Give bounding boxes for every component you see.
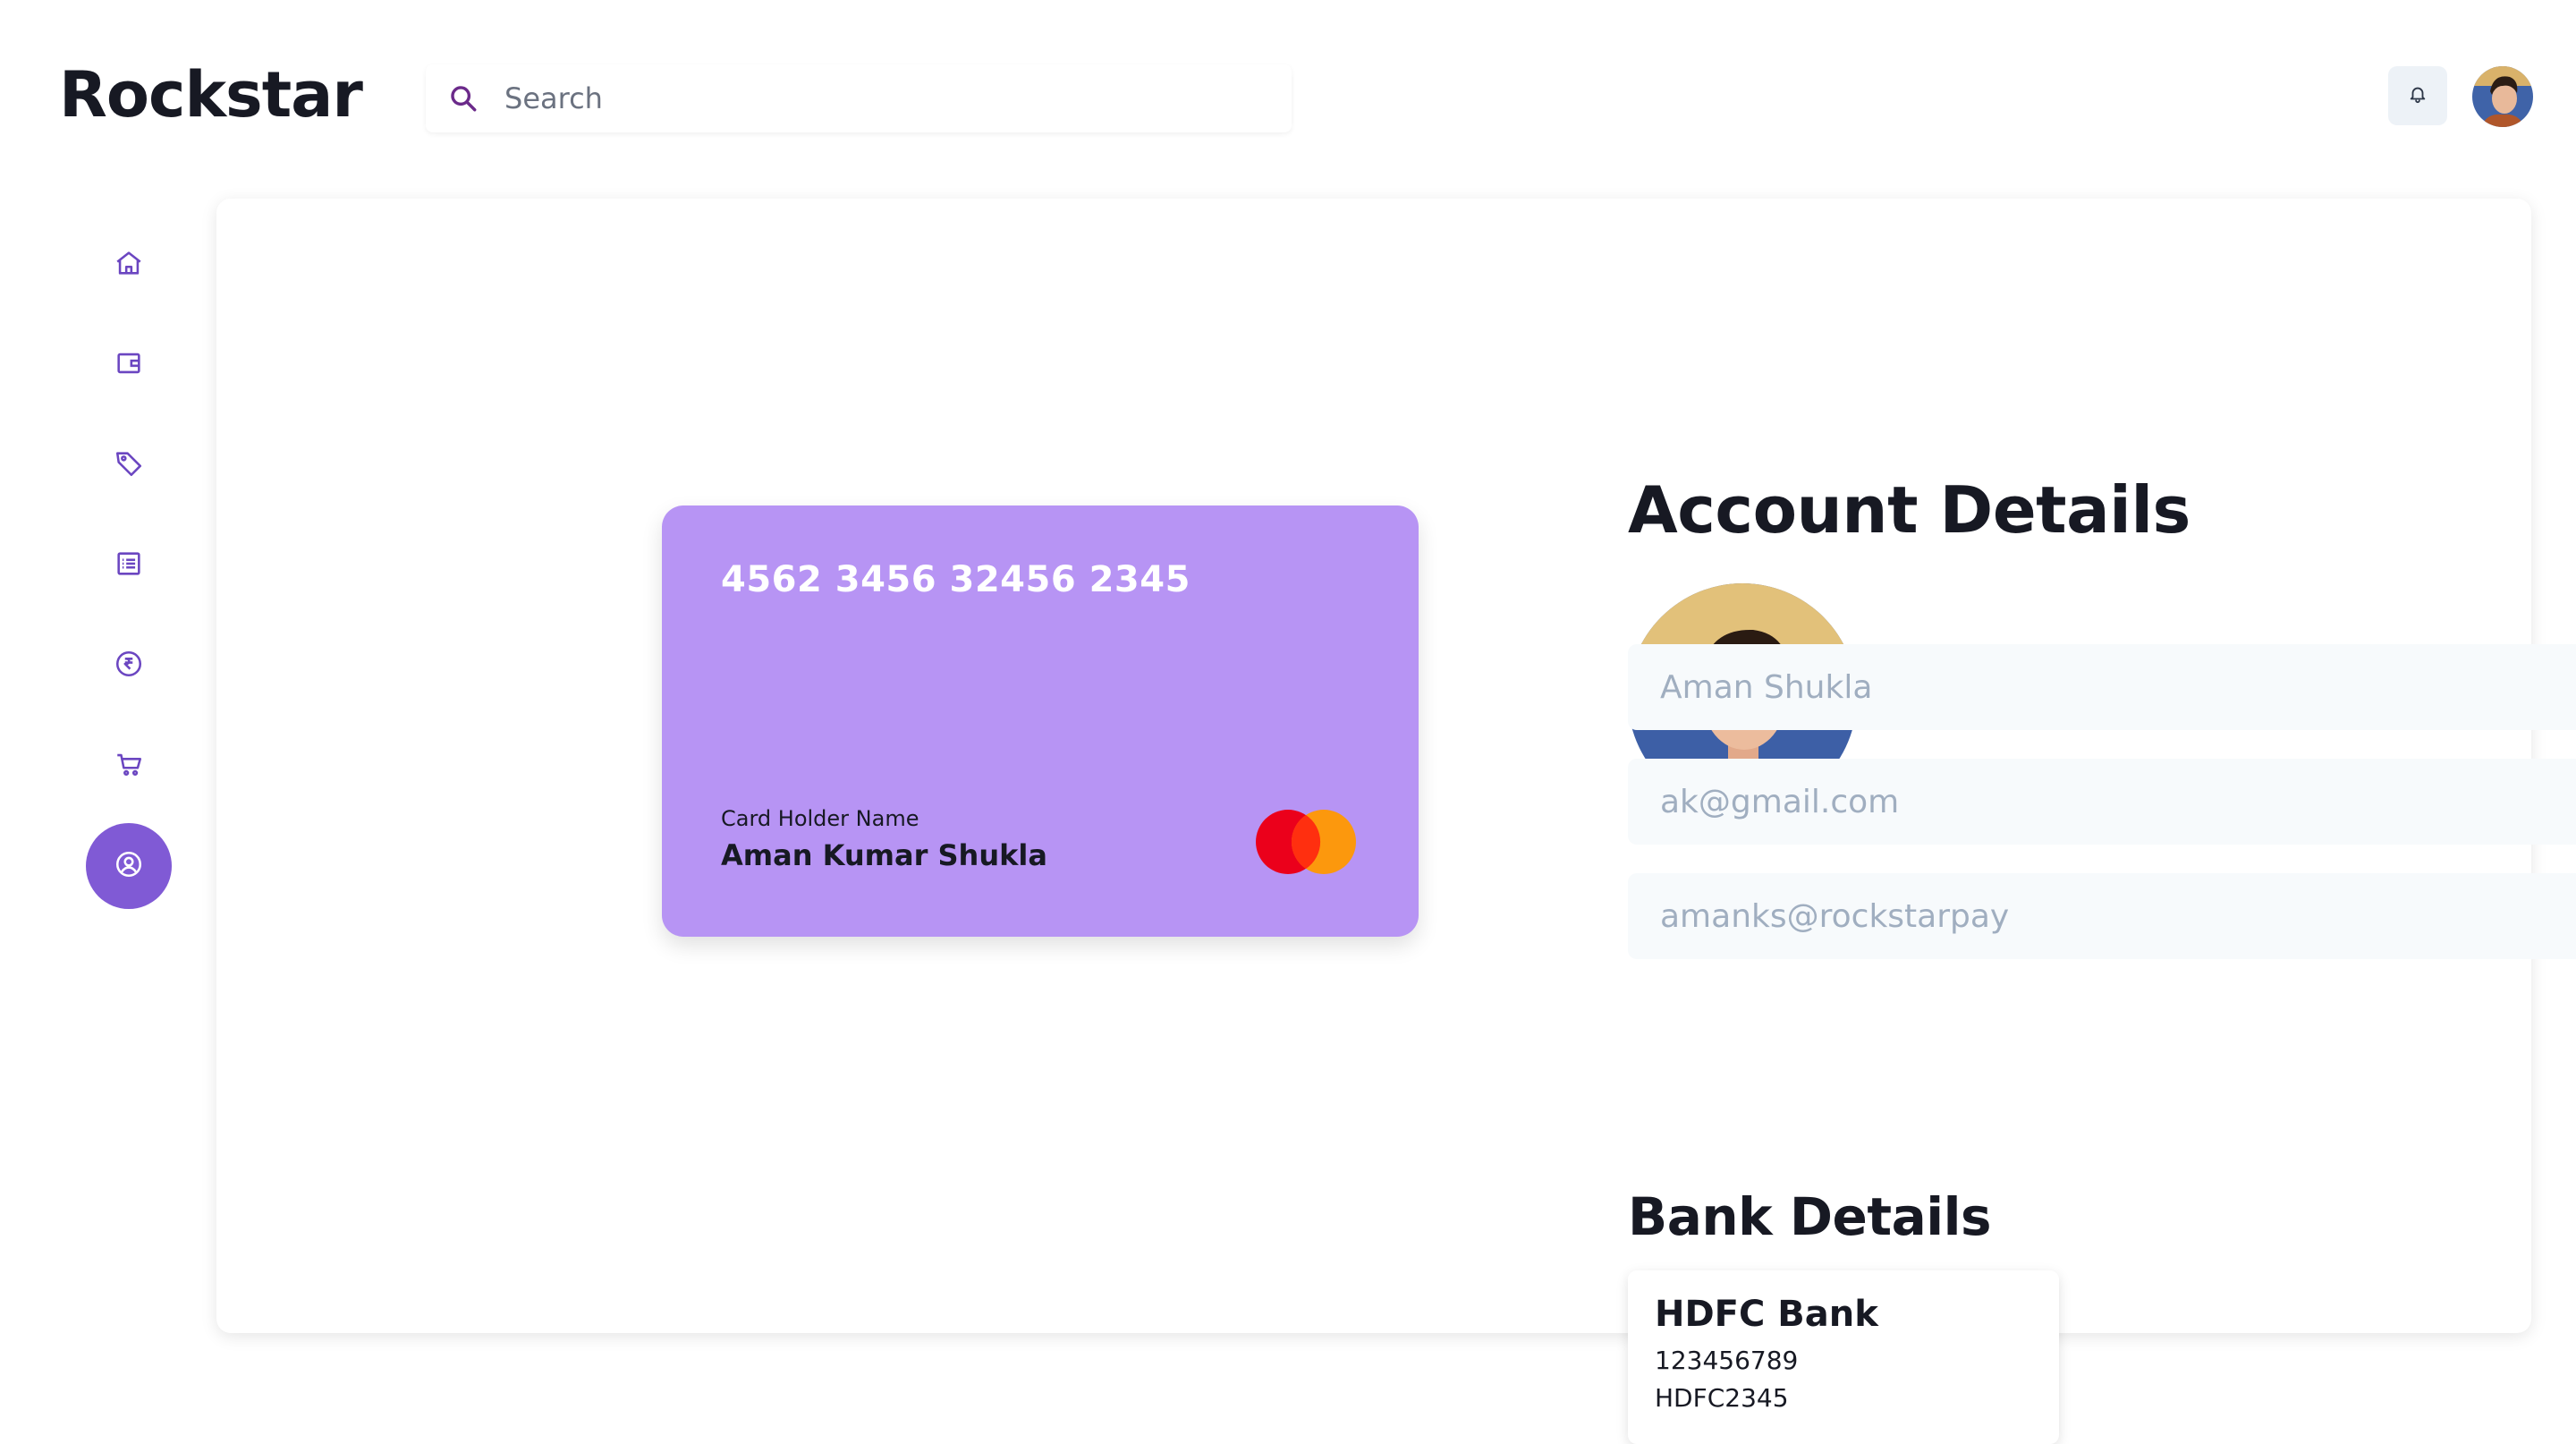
cart-icon bbox=[114, 749, 144, 783]
search-bar[interactable] bbox=[426, 64, 1292, 132]
sidebar-item-shop[interactable] bbox=[86, 723, 172, 809]
credit-card[interactable]: 4562 3456 32456 2345 Card Holder Name Am… bbox=[662, 505, 1419, 937]
sidebar-item-offers[interactable] bbox=[86, 422, 172, 508]
bell-icon bbox=[2408, 84, 2428, 107]
main-panel: 4562 3456 32456 2345 Card Holder Name Am… bbox=[216, 199, 2576, 1444]
sidebar-item-home[interactable] bbox=[86, 222, 172, 308]
name-field[interactable] bbox=[1628, 644, 2576, 730]
bank-details-title: Bank Details bbox=[1628, 1186, 1992, 1247]
email-field[interactable] bbox=[1628, 759, 2576, 845]
notifications-button[interactable] bbox=[2388, 66, 2447, 125]
account-details-title: Account Details bbox=[1628, 472, 2190, 548]
sidebar-item-payments[interactable] bbox=[86, 623, 172, 709]
bank-ifsc: HDFC2345 bbox=[1655, 1383, 1789, 1413]
card-holder-label: Card Holder Name bbox=[721, 806, 919, 831]
bank-account-number: 123456789 bbox=[1655, 1346, 1799, 1375]
tag-icon bbox=[114, 448, 144, 482]
user-avatar[interactable] bbox=[2472, 66, 2533, 127]
card-holder-name: Aman Kumar Shukla bbox=[721, 838, 1047, 872]
sidebar-item-wallet[interactable] bbox=[86, 322, 172, 408]
wallet-icon bbox=[114, 348, 144, 382]
search-input[interactable] bbox=[503, 81, 1272, 116]
list-icon bbox=[114, 548, 144, 582]
sidebar-item-transactions[interactable] bbox=[86, 522, 172, 608]
search-icon bbox=[447, 82, 479, 115]
app-logo[interactable]: Rockstar bbox=[59, 54, 363, 136]
user-circle-icon bbox=[114, 849, 144, 883]
bank-account-card[interactable]: HDFC Bank 123456789 HDFC2345 bbox=[1628, 1270, 2059, 1444]
upi-field[interactable] bbox=[1628, 873, 2576, 959]
sidebar-item-profile[interactable] bbox=[86, 823, 172, 909]
rupee-icon bbox=[114, 649, 144, 683]
bank-name: HDFC Bank bbox=[1655, 1294, 1878, 1335]
home-icon bbox=[114, 248, 144, 282]
card-number: 4562 3456 32456 2345 bbox=[721, 559, 1191, 600]
mastercard-icon bbox=[1254, 810, 1358, 874]
